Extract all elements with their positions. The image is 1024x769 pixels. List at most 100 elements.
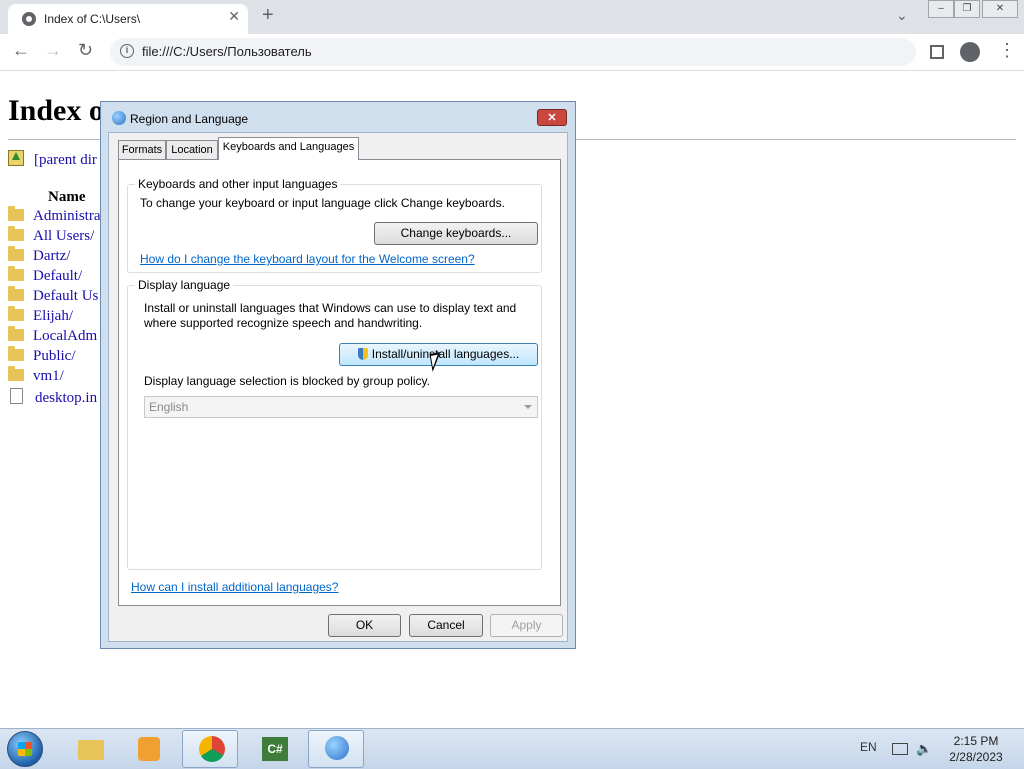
clock[interactable]: 2:15 PM 2/28/2023: [938, 733, 1014, 765]
tab-search-icon[interactable]: ⌄: [896, 7, 908, 24]
list-item-label[interactable]: desktop.in: [35, 390, 97, 406]
list-item-label[interactable]: Dartz/: [33, 248, 70, 264]
folder-icon: [8, 346, 24, 361]
folder-icon: [8, 206, 24, 221]
taskbar-media-player[interactable]: [122, 730, 178, 768]
folder-icon: [8, 266, 24, 281]
display-description-line1: Install or uninstall languages that Wind…: [144, 301, 517, 315]
list-item-label[interactable]: Administra: [33, 208, 101, 224]
list-item-label[interactable]: LocalAdm: [33, 328, 97, 344]
file-icon: [10, 388, 23, 404]
column-header-name[interactable]: Name: [48, 189, 86, 206]
dialog-close-button[interactable]: ✕: [537, 109, 567, 126]
list-item-label[interactable]: vm1/: [33, 368, 64, 384]
display-language-value: English: [149, 400, 189, 414]
list-item[interactable]: Dartz/: [8, 246, 101, 268]
forward-button[interactable]: →: [44, 40, 62, 61]
side-panel-icon[interactable]: [930, 45, 944, 59]
parent-dir-label[interactable]: [parent dir: [34, 152, 97, 168]
cancel-button[interactable]: Cancel: [409, 614, 483, 637]
list-item[interactable]: All Users/: [8, 226, 101, 248]
tab-location[interactable]: Location: [166, 140, 218, 160]
taskbar-chrome[interactable]: [182, 730, 238, 768]
csharp-icon: C#: [262, 737, 288, 761]
tab-close-icon[interactable]: ✕: [228, 8, 240, 25]
address-bar[interactable]: i file:///C:/Users/Пользователь: [110, 38, 916, 66]
keyboards-group-label: Keyboards and other input languages: [135, 177, 341, 191]
restore-button[interactable]: ❐: [954, 0, 980, 18]
taskbar-region-language[interactable]: [308, 730, 364, 768]
info-icon[interactable]: i: [120, 44, 134, 58]
list-item[interactable]: LocalAdm: [8, 326, 101, 348]
folder-icon: [78, 740, 104, 760]
clock-date: 2/28/2023: [949, 750, 1003, 764]
region-language-dialog: Region and Language ✕ Formats Location K…: [100, 101, 576, 649]
blocked-by-policy-text: Display language selection is blocked by…: [144, 374, 430, 388]
list-item[interactable]: Default/: [8, 266, 101, 288]
url-text[interactable]: file:///C:/Users/Пользователь: [142, 44, 312, 59]
list-item-label[interactable]: Default Us: [33, 288, 98, 304]
folder-icon: [8, 246, 24, 261]
keyboards-description: To change your keyboard or input languag…: [140, 196, 505, 210]
install-additional-languages-link[interactable]: How can I install additional languages?: [131, 580, 338, 594]
page-title: Index o: [8, 94, 104, 127]
list-item-label[interactable]: All Users/: [33, 228, 94, 244]
taskbar-csharp[interactable]: C#: [246, 730, 302, 768]
volume-icon[interactable]: 🔈: [916, 741, 932, 757]
folder-icon: [8, 286, 24, 301]
tab-formats[interactable]: Formats: [118, 140, 166, 160]
up-folder-icon: [8, 150, 24, 166]
browser-toolbar: ← → ↻ i file:///C:/Users/Пользователь ⋮: [0, 34, 1024, 71]
parent-dir-link[interactable]: [parent dir: [8, 150, 97, 169]
list-item-label[interactable]: Default/: [33, 268, 82, 284]
taskbar-explorer[interactable]: [62, 730, 118, 768]
ok-button[interactable]: OK: [328, 614, 401, 637]
list-item[interactable]: Administra: [8, 206, 101, 228]
list-item[interactable]: Public/: [8, 346, 101, 368]
menu-icon[interactable]: ⋮: [998, 40, 1016, 61]
display-description-line2: where supported recognize speech and han…: [144, 316, 423, 330]
chevron-down-icon: [524, 405, 532, 409]
globe-icon: [22, 12, 36, 26]
taskbar: C# EN 🔈 2:15 PM 2/28/2023: [0, 728, 1024, 769]
folder-icon: [8, 226, 24, 241]
tab-title: Index of C:\Users\: [44, 12, 141, 26]
change-keyboards-button[interactable]: Change keyboards...: [374, 222, 538, 245]
tab-panel: Keyboards and other input languages To c…: [118, 159, 561, 606]
list-item-label[interactable]: Public/: [33, 348, 76, 364]
reload-button[interactable]: ↻: [78, 40, 93, 61]
browser-tab[interactable]: Index of C:\Users\ ✕: [8, 4, 248, 34]
back-button[interactable]: ←: [12, 40, 30, 61]
folder-icon: [8, 366, 24, 381]
globe-icon: [325, 736, 349, 760]
display-language-group-label: Display language: [135, 278, 234, 292]
list-item[interactable]: desktop.in: [8, 388, 101, 408]
list-item[interactable]: Elijah/: [8, 306, 101, 328]
display-language-select[interactable]: English: [144, 396, 538, 418]
media-player-icon: [138, 737, 160, 761]
clock-time: 2:15 PM: [953, 734, 999, 748]
dialog-title: Region and Language: [130, 112, 249, 126]
tab-keyboards-and-languages[interactable]: Keyboards and Languages: [218, 137, 359, 160]
list-item-label[interactable]: Elijah/: [33, 308, 73, 324]
folder-icon: [8, 306, 24, 321]
profile-icon[interactable]: [960, 42, 980, 62]
file-list: Administra All Users/Dartz/Default/Defaul…: [8, 206, 101, 408]
install-uninstall-label: Install/uninstall languages...: [371, 347, 520, 361]
list-item[interactable]: Default Us: [8, 286, 101, 308]
tab-strip: Index of C:\Users\ ✕ + ⌄ ‒ ❐ ✕: [0, 0, 1024, 34]
welcome-screen-layout-link[interactable]: How do I change the keyboard layout for …: [140, 252, 475, 266]
apply-button[interactable]: Apply: [490, 614, 563, 637]
uac-shield-icon: [357, 348, 368, 360]
network-icon[interactable]: [892, 743, 908, 755]
chrome-icon: [199, 736, 225, 762]
language-indicator[interactable]: EN: [860, 740, 877, 754]
window-close-button[interactable]: ✕: [982, 0, 1018, 18]
start-button[interactable]: [7, 731, 43, 767]
dialog-client: Formats Location Keyboards and Languages…: [108, 132, 568, 642]
list-item[interactable]: vm1/: [8, 366, 101, 388]
new-tab-button[interactable]: +: [262, 4, 274, 27]
minimize-button[interactable]: ‒: [928, 0, 954, 18]
folder-icon: [8, 326, 24, 341]
globe-icon: [112, 111, 126, 125]
